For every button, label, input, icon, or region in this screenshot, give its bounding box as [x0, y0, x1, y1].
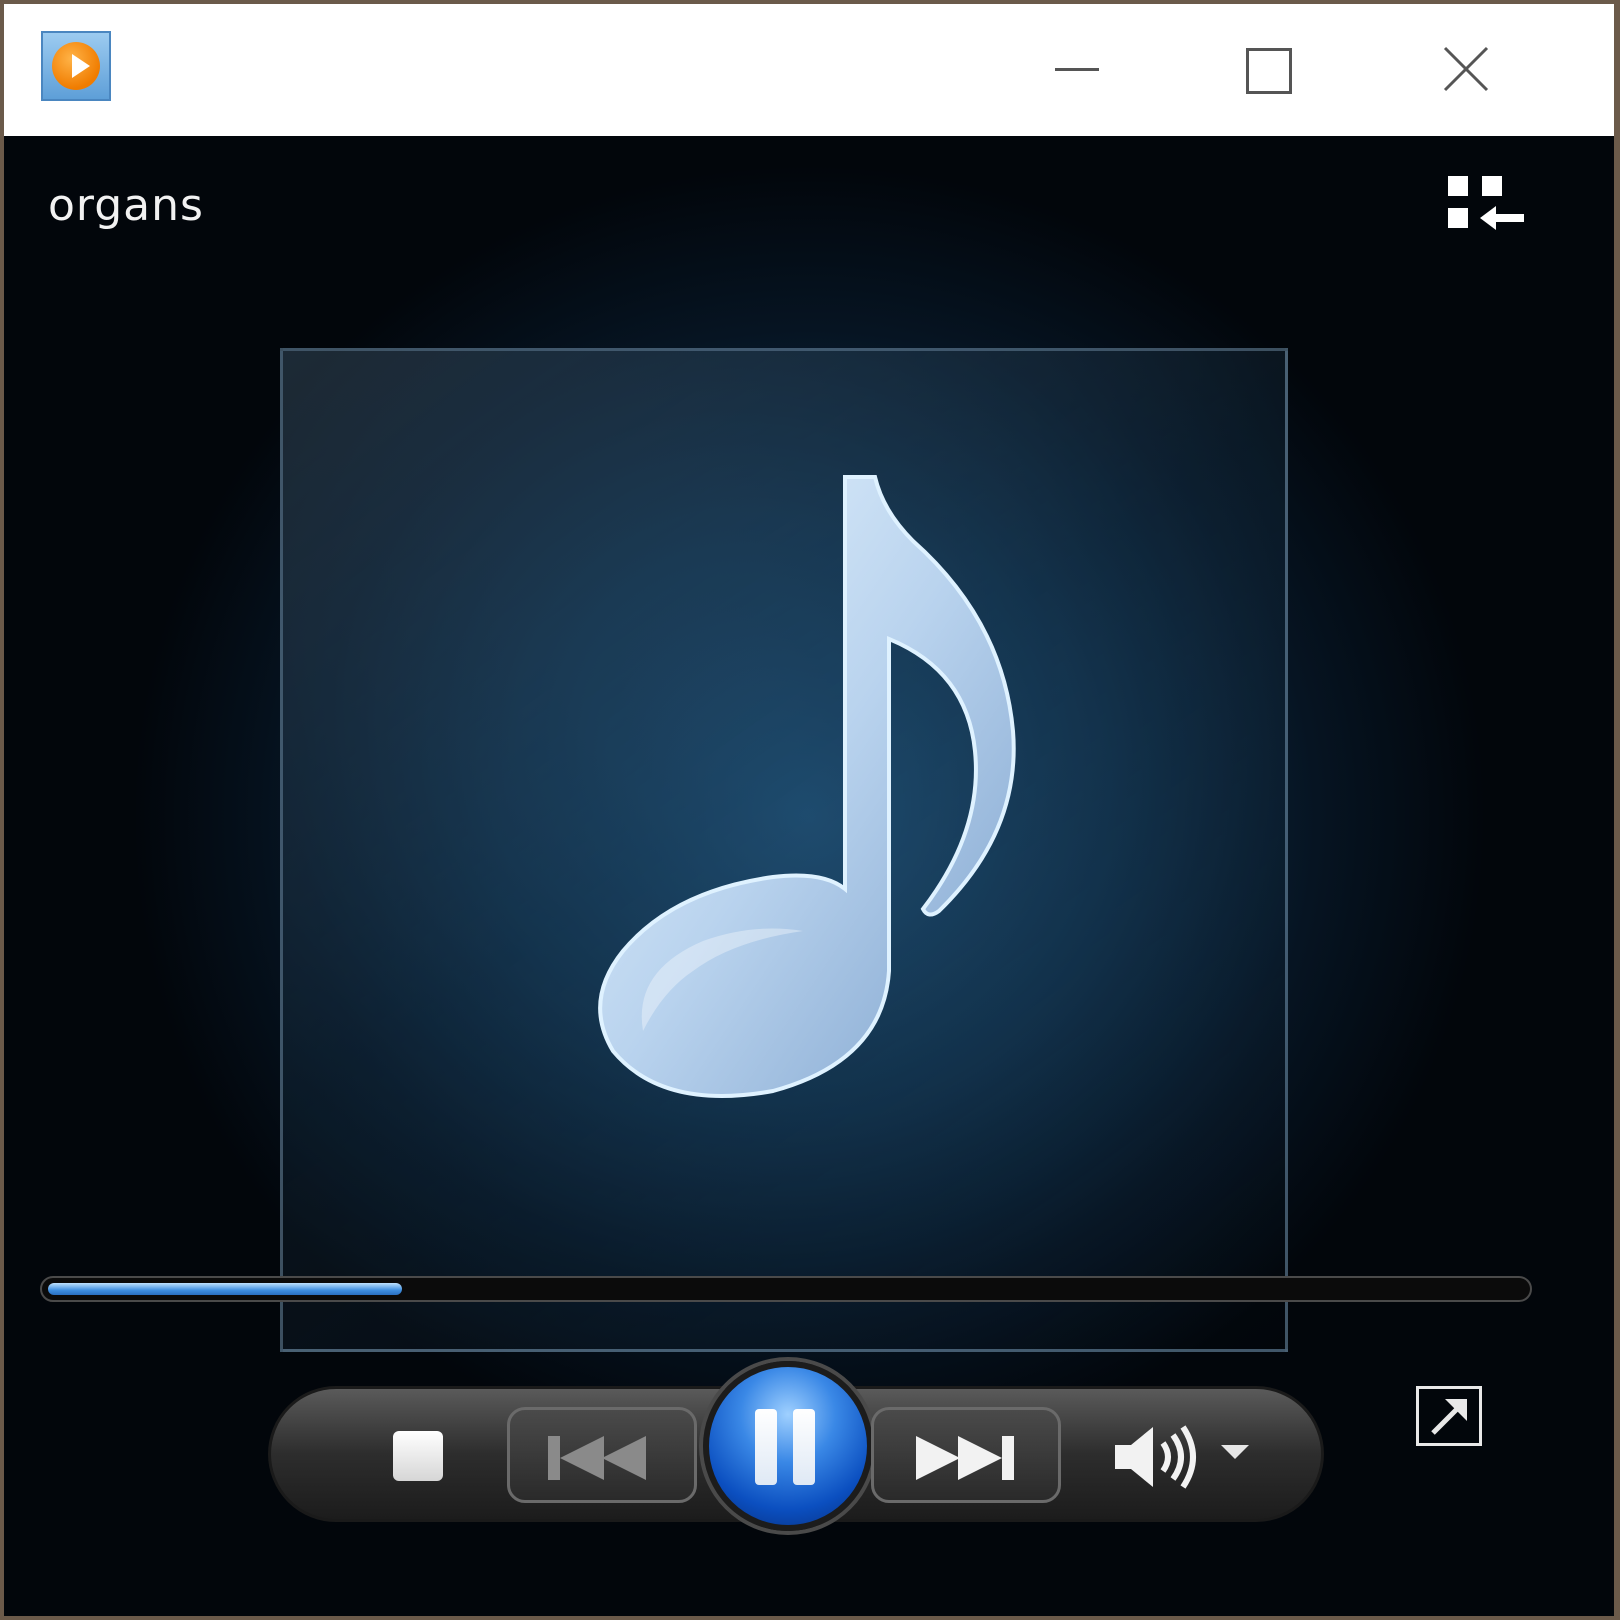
fullscreen-icon[interactable] [1416, 1386, 1482, 1446]
next-icon [916, 1436, 1014, 1480]
minimize-icon [1055, 68, 1099, 71]
maximize-icon [1246, 48, 1292, 94]
switch-to-library-icon[interactable] [1438, 170, 1528, 240]
minimize-button[interactable] [1019, 22, 1129, 118]
seek-bar[interactable] [40, 1276, 1532, 1302]
close-button[interactable] [1409, 22, 1519, 118]
pause-button[interactable] [703, 1361, 873, 1531]
music-note-icon [598, 475, 1016, 1098]
chevron-down-icon[interactable] [1221, 1445, 1249, 1459]
track-title: organs [48, 180, 204, 231]
next-button[interactable] [871, 1407, 1061, 1503]
stop-button[interactable] [393, 1431, 443, 1481]
previous-button[interactable] [507, 1407, 697, 1503]
now-playing-view: organs [4, 136, 1614, 1616]
playback-controls [268, 1361, 1324, 1531]
previous-icon [548, 1436, 646, 1480]
title-bar [4, 4, 1614, 136]
close-icon [1443, 46, 1489, 92]
album-art [280, 348, 1288, 1352]
volume-icon[interactable] [1111, 1417, 1201, 1497]
seek-progress [48, 1283, 402, 1295]
maximize-button[interactable] [1211, 22, 1321, 118]
app-icon[interactable] [41, 31, 111, 101]
media-player-window: organs [4, 4, 1614, 1616]
